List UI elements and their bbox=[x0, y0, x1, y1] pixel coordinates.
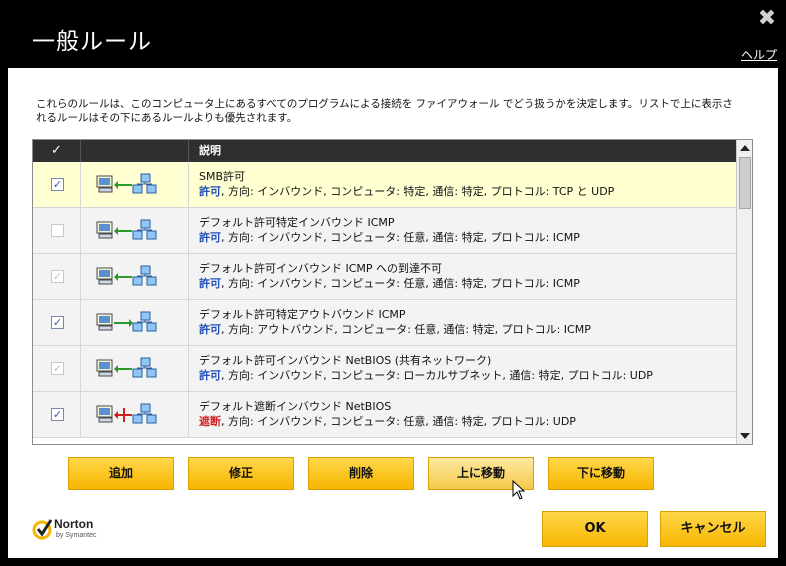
arrow-up-icon bbox=[740, 145, 750, 151]
rule-summary: 許可, 方向: インバウンド, コンピュータ: 任意, 通信: 特定, プロトコ… bbox=[199, 230, 580, 245]
rule-summary: 許可, 方向: インバウンド, コンピュータ: 特定, 通信: 特定, プロトコ… bbox=[199, 184, 614, 199]
table-row[interactable]: ✓ デフォルト許可インバウンド ICMP への到達不可 許可, 方向: インバウンド… bbox=[33, 254, 736, 300]
rules-table: ✓ 説明 ✓ SMB許可 許可, 方向: インバウンド, コンピュータ: 特定, 通… bbox=[32, 139, 753, 445]
table-row[interactable]: デフォルト許可特定インバウンド ICMP 許可, 方向: インバウンド, コンピュ… bbox=[33, 208, 736, 254]
rule-summary: 許可, 方向: インバウンド, コンピュータ: 任意, 通信: 特定, プロトコ… bbox=[199, 276, 580, 291]
rule-enabled-checkbox[interactable]: ✓ bbox=[51, 178, 64, 191]
rule-summary: 許可, 方向: アウトバウンド, コンピュータ: 任意, 通信: 特定, プロト… bbox=[199, 322, 591, 337]
inbound-allow-icon bbox=[81, 346, 189, 391]
norton-logo: Norton by Symantec bbox=[32, 515, 112, 545]
content-panel: これらのルールは、このコンピュータ上にあるすべてのプログラムによる接続を ファイ… bbox=[8, 68, 778, 558]
ok-button[interactable]: OK bbox=[542, 511, 648, 547]
brand-name: Norton bbox=[54, 517, 94, 531]
close-icon[interactable]: ✖ bbox=[756, 8, 778, 30]
rule-action: 許可 bbox=[199, 185, 221, 198]
cancel-button[interactable]: キャンセル bbox=[660, 511, 766, 547]
rule-title: デフォルト許可特定インバウンド ICMP bbox=[199, 216, 395, 229]
arrow-down-icon bbox=[740, 433, 750, 439]
rule-enabled-checkbox: ✓ bbox=[51, 362, 64, 375]
rule-enabled-checkbox: ✓ bbox=[51, 270, 64, 283]
vertical-scrollbar[interactable] bbox=[736, 140, 752, 444]
rule-detail: , 方向: インバウンド, コンピュータ: 任意, 通信: 特定, プロトコル:… bbox=[221, 415, 576, 428]
table-row[interactable]: ✓ デフォルト遮断インバウンド NetBIOS 遮断, 方向: インバウンド, コン… bbox=[33, 392, 736, 438]
table-row[interactable]: ✓ デフォルト許可インバウンド NetBIOS (共有ネットワーク) 許可, 方向:… bbox=[33, 346, 736, 392]
table-header: ✓ 説明 bbox=[33, 140, 736, 162]
general-rules-window: 一般ルール ✖ ヘルプ これらのルールは、このコンピュータ上にあるすべてのプログ… bbox=[0, 0, 786, 566]
move-down-button[interactable]: 下に移動 bbox=[548, 457, 654, 490]
row-check-cell: ✓ bbox=[33, 162, 81, 207]
header-check-column: ✓ bbox=[33, 140, 81, 162]
rule-title: デフォルト遮断インバウンド NetBIOS bbox=[199, 400, 392, 413]
rule-text: デフォルト許可インバウンド ICMP への到達不可 許可, 方向: インバウンド,… bbox=[199, 261, 580, 291]
rule-text: SMB許可 許可, 方向: インバウンド, コンピュータ: 特定, 通信: 特定,… bbox=[199, 169, 614, 199]
row-check-cell bbox=[33, 208, 81, 253]
rule-title: デフォルト許可インバウンド NetBIOS (共有ネットワーク) bbox=[199, 354, 492, 367]
inbound-block-icon bbox=[81, 392, 189, 437]
table-row[interactable]: ✓ デフォルト許可特定アウトバウンド ICMP 許可, 方向: アウトバウンド, コ… bbox=[33, 300, 736, 346]
outbound-allow-icon bbox=[81, 300, 189, 345]
rule-action: 遮断 bbox=[199, 415, 221, 428]
rule-text: デフォルト遮断インバウンド NetBIOS 遮断, 方向: インバウンド, コンピ… bbox=[199, 399, 576, 429]
rule-title: SMB許可 bbox=[199, 170, 246, 183]
delete-button[interactable]: 削除 bbox=[308, 457, 414, 490]
scroll-up-button[interactable] bbox=[737, 140, 752, 156]
rule-summary: 遮断, 方向: インバウンド, コンピュータ: 任意, 通信: 特定, プロトコ… bbox=[199, 414, 576, 429]
rule-enabled-checkbox[interactable]: ✓ bbox=[51, 408, 64, 421]
rule-enabled-checkbox bbox=[51, 224, 64, 237]
rule-enabled-checkbox[interactable]: ✓ bbox=[51, 316, 64, 329]
row-check-cell: ✓ bbox=[33, 300, 81, 345]
rule-action: 許可 bbox=[199, 369, 221, 382]
brand-sub: by Symantec bbox=[56, 532, 97, 539]
rule-action: 許可 bbox=[199, 323, 221, 336]
inbound-allow-icon bbox=[81, 208, 189, 253]
header-description-column: 説明 bbox=[199, 144, 221, 157]
window-title: 一般ルール bbox=[32, 29, 152, 55]
inbound-allow-icon bbox=[81, 254, 189, 299]
rule-detail: , 方向: インバウンド, コンピュータ: 任意, 通信: 特定, プロトコル:… bbox=[221, 277, 580, 290]
rules-description: これらのルールは、このコンピュータ上にあるすべてのプログラムによる接続を ファイ… bbox=[36, 98, 733, 124]
rule-action: 許可 bbox=[199, 231, 221, 244]
table-row[interactable]: ✓ SMB許可 許可, 方向: インバウンド, コンピュータ: 特定, 通信: 特定… bbox=[33, 162, 736, 208]
rule-summary: 許可, 方向: インバウンド, コンピュータ: ローカルサブネット, 通信: 特… bbox=[199, 368, 653, 383]
add-button[interactable]: 追加 bbox=[68, 457, 174, 490]
rule-title: デフォルト許可特定アウトバウンド ICMP bbox=[199, 308, 406, 321]
row-check-cell: ✓ bbox=[33, 392, 81, 437]
rule-text: デフォルト許可インバウンド NetBIOS (共有ネットワーク) 許可, 方向: … bbox=[199, 353, 653, 383]
modify-button[interactable]: 修正 bbox=[188, 457, 294, 490]
rule-detail: , 方向: インバウンド, コンピュータ: 任意, 通信: 特定, プロトコル:… bbox=[221, 231, 580, 244]
rule-detail: , 方向: アウトバウンド, コンピュータ: 任意, 通信: 特定, プロトコル… bbox=[221, 323, 591, 336]
row-check-cell: ✓ bbox=[33, 346, 81, 391]
row-check-cell: ✓ bbox=[33, 254, 81, 299]
rule-title: デフォルト許可インバウンド ICMP への到達不可 bbox=[199, 262, 443, 275]
rule-text: デフォルト許可特定アウトバウンド ICMP 許可, 方向: アウトバウンド, コン… bbox=[199, 307, 591, 337]
scroll-down-button[interactable] bbox=[737, 428, 752, 444]
rule-text: デフォルト許可特定インバウンド ICMP 許可, 方向: インバウンド, コンピュ… bbox=[199, 215, 580, 245]
rule-detail: , 方向: インバウンド, コンピュータ: ローカルサブネット, 通信: 特定,… bbox=[221, 369, 653, 382]
inbound-allow-icon bbox=[81, 162, 189, 207]
rule-detail: , 方向: インバウンド, コンピュータ: 特定, 通信: 特定, プロトコル:… bbox=[221, 185, 615, 198]
norton-check-icon bbox=[32, 519, 53, 540]
mouse-cursor-icon bbox=[512, 480, 526, 500]
header-icon-column bbox=[81, 140, 189, 162]
rule-action: 許可 bbox=[199, 277, 221, 290]
help-link[interactable]: ヘルプ bbox=[741, 46, 777, 63]
scroll-thumb[interactable] bbox=[739, 157, 751, 209]
